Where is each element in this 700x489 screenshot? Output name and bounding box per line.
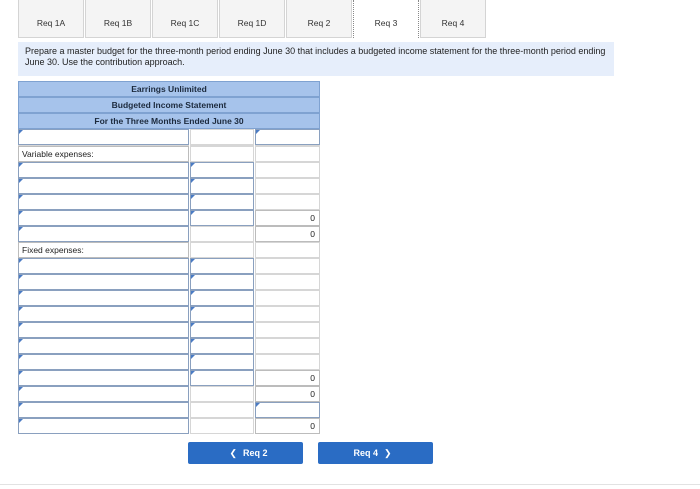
empty-cell (190, 402, 254, 418)
line-item-input[interactable] (18, 129, 189, 145)
line-item-input[interactable] (18, 322, 189, 338)
fixed-expenses-total: 0 (255, 370, 320, 386)
amount-input[interactable] (190, 258, 254, 274)
table-row (18, 258, 320, 274)
empty-cell (255, 322, 320, 338)
line-item-input[interactable] (18, 402, 189, 418)
table-row (18, 290, 320, 306)
amount-input[interactable] (190, 194, 254, 210)
tab-req-2[interactable]: Req 2 (286, 0, 352, 38)
table-row (18, 322, 320, 338)
empty-cell (190, 386, 254, 402)
amount-input[interactable] (190, 306, 254, 322)
amount-input[interactable] (190, 354, 254, 370)
operating-income-total: 0 (255, 386, 320, 402)
variable-expenses-label: Variable expenses: (18, 146, 189, 162)
table-row: 0 (18, 418, 320, 434)
amount-input[interactable] (255, 402, 320, 418)
empty-cell (190, 242, 254, 258)
table-row (18, 129, 320, 145)
table-row (18, 274, 320, 290)
table-row (18, 354, 320, 370)
amount-input[interactable] (190, 370, 254, 386)
line-item-input[interactable] (18, 418, 189, 434)
empty-cell (255, 146, 320, 162)
line-item-input[interactable] (18, 338, 189, 354)
line-item-input[interactable] (18, 194, 189, 210)
amount-input[interactable] (190, 274, 254, 290)
empty-cell (255, 162, 320, 178)
table-row (18, 162, 320, 178)
table-row (18, 402, 320, 418)
empty-cell (255, 306, 320, 322)
amount-input[interactable] (190, 178, 254, 194)
statement-period: For the Three Months Ended June 30 (18, 113, 320, 129)
line-item-input[interactable] (18, 162, 189, 178)
line-item-input[interactable] (18, 178, 189, 194)
table-row (18, 306, 320, 322)
amount-input[interactable] (190, 210, 254, 226)
line-item-input[interactable] (18, 306, 189, 322)
statement-title: Budgeted Income Statement (18, 97, 320, 113)
table-row: 0 (18, 386, 320, 402)
line-item-input[interactable] (18, 258, 189, 274)
table-row: Variable expenses: (18, 146, 320, 162)
chevron-right-icon: ❯ (383, 448, 392, 458)
empty-cell (190, 418, 254, 434)
next-req-label: Req 4 (353, 448, 378, 458)
amount-cell (190, 129, 254, 145)
tab-req-1c[interactable]: Req 1C (152, 0, 218, 38)
next-req-button[interactable]: Req 4 ❯ (318, 442, 433, 464)
line-item-input[interactable] (18, 226, 189, 242)
amount-input[interactable] (190, 162, 254, 178)
empty-cell (255, 194, 320, 210)
requirement-tabs: Req 1A Req 1B Req 1C Req 1D Req 2 Req 3 … (0, 0, 700, 38)
variable-expenses-total: 0 (255, 210, 320, 226)
amount-input[interactable] (190, 322, 254, 338)
empty-cell (255, 258, 320, 274)
table-row: 0 (18, 370, 320, 386)
empty-cell (190, 146, 254, 162)
company-name: Earrings Unlimited (18, 81, 320, 97)
contribution-margin-total: 0 (255, 226, 320, 242)
instructions-text: Prepare a master budget for the three-mo… (18, 42, 614, 76)
table-row: Fixed expenses: (18, 242, 320, 258)
empty-cell (255, 274, 320, 290)
line-item-input[interactable] (18, 210, 189, 226)
amount-input[interactable] (255, 129, 320, 145)
tab-req-3[interactable]: Req 3 (353, 0, 419, 38)
empty-cell (190, 226, 254, 242)
table-row: 0 (18, 226, 320, 242)
empty-cell (255, 242, 320, 258)
fixed-expenses-label: Fixed expenses: (18, 242, 189, 258)
table-row (18, 338, 320, 354)
line-item-input[interactable] (18, 370, 189, 386)
line-item-input[interactable] (18, 386, 189, 402)
net-operating-income-total: 0 (255, 418, 320, 434)
amount-input[interactable] (190, 290, 254, 306)
empty-cell (255, 178, 320, 194)
tab-req-4[interactable]: Req 4 (420, 0, 486, 38)
divider (0, 484, 700, 485)
empty-cell (255, 354, 320, 370)
line-item-input[interactable] (18, 274, 189, 290)
table-row: 0 (18, 210, 320, 226)
empty-cell (255, 290, 320, 306)
empty-cell (255, 338, 320, 354)
tab-req-1b[interactable]: Req 1B (85, 0, 151, 38)
prev-req-label: Req 2 (243, 448, 268, 458)
chevron-left-icon: ❮ (229, 448, 238, 458)
amount-input[interactable] (190, 338, 254, 354)
tab-req-1d[interactable]: Req 1D (219, 0, 285, 38)
table-row (18, 178, 320, 194)
line-item-input[interactable] (18, 354, 189, 370)
table-row (18, 194, 320, 210)
prev-req-button[interactable]: ❮ Req 2 (188, 442, 303, 464)
line-item-input[interactable] (18, 290, 189, 306)
tab-req-1a[interactable]: Req 1A (18, 0, 84, 38)
